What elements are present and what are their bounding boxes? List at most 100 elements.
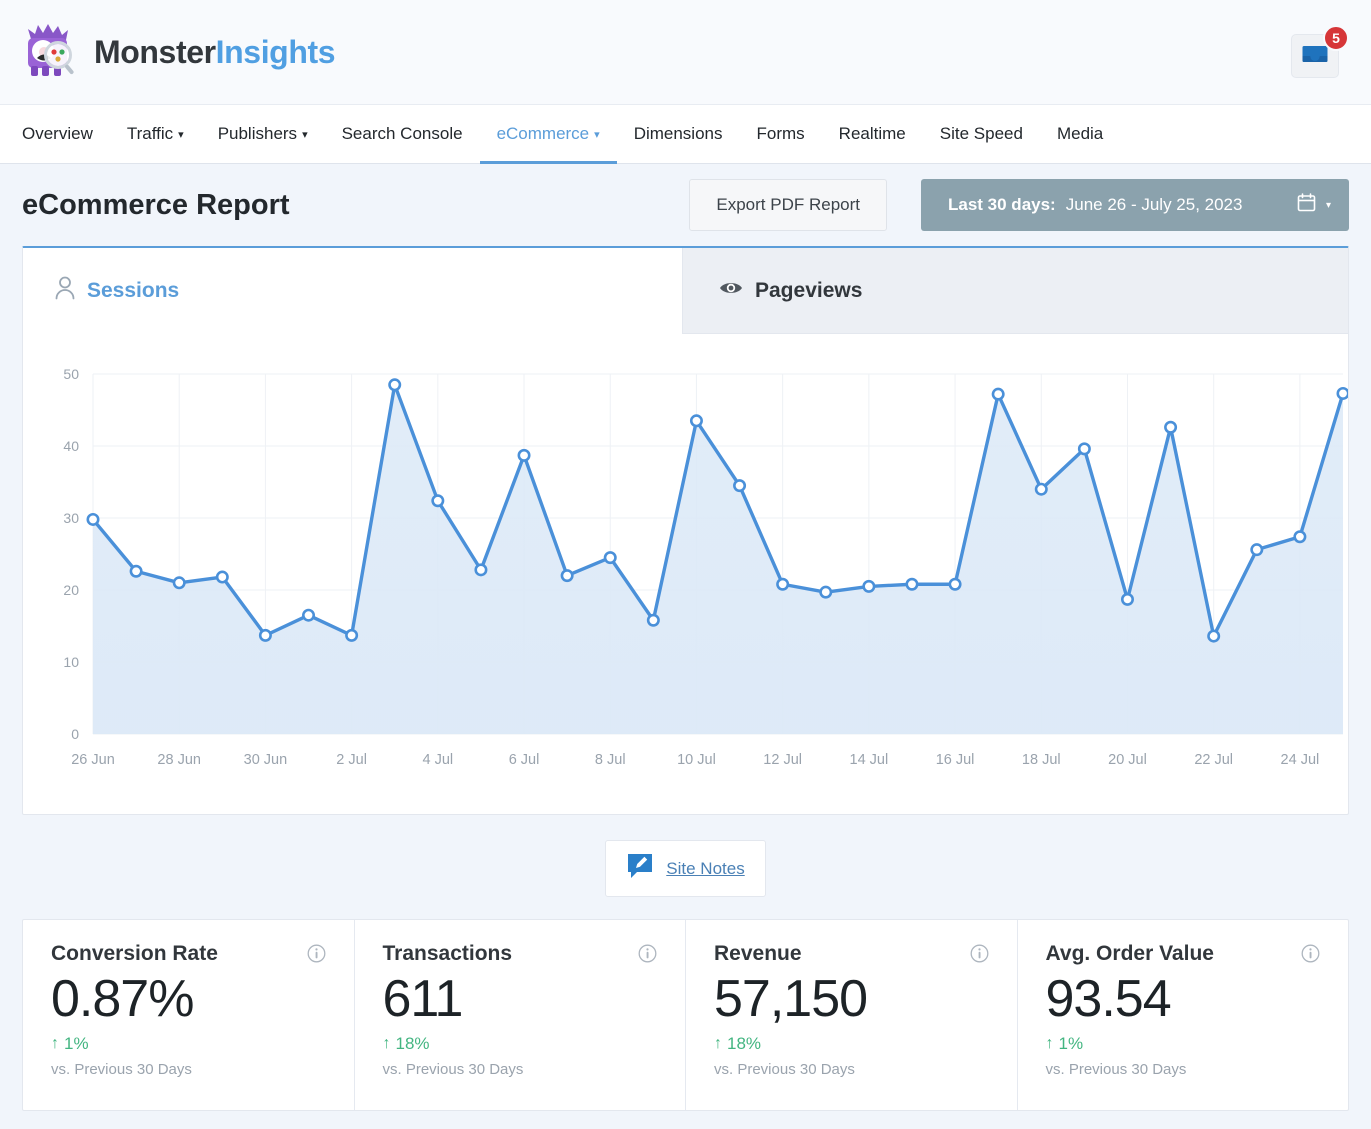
svg-text:14 Jul: 14 Jul [850,752,889,768]
date-range-selector[interactable]: Last 30 days: June 26 - July 25, 2023 ▾ [921,179,1349,231]
stat-comparison: vs. Previous 30 Days [714,1061,989,1078]
arrow-up-icon: ↑ [714,1036,722,1052]
nav-label: eCommerce [497,124,590,144]
arrow-up-icon: ↑ [1046,1036,1054,1052]
stat-label: Conversion Rate [51,942,218,966]
stat-label: Avg. Order Value [1046,942,1214,966]
svg-text:10: 10 [63,654,79,670]
nav-label: Media [1057,124,1103,144]
info-icon[interactable] [638,944,657,968]
info-icon[interactable] [1301,944,1320,968]
nav-item-search-console[interactable]: Search Console [325,105,480,163]
stat-card-revenue: Revenue 57,150 ↑ 18% vs. Previous 30 Day… [686,920,1018,1110]
stat-delta-value: 18% [396,1034,430,1054]
nav-item-forms[interactable]: Forms [740,105,822,163]
svg-text:4 Jul: 4 Jul [423,752,454,768]
nav-label: Overview [22,124,93,144]
site-notes-button[interactable]: Site Notes [605,840,765,897]
svg-text:2 Jul: 2 Jul [336,752,367,768]
svg-text:28 Jun: 28 Jun [157,752,201,768]
stat-comparison: vs. Previous 30 Days [51,1061,326,1078]
chevron-down-icon: ▾ [1326,200,1331,211]
metric-tabs: Sessions Pageviews [23,248,1348,334]
app-header: MonsterInsights 5 [0,0,1371,104]
eye-icon [719,279,743,303]
chart-card: Sessions Pageviews 0102030405026 Jun28 J… [22,246,1349,815]
user-icon [55,276,75,306]
stat-card-transactions: Transactions 611 ↑ 18% vs. Previous 30 D… [355,920,687,1110]
info-icon[interactable] [307,944,326,968]
nav-item-site-speed[interactable]: Site Speed [923,105,1040,163]
brand-title-secondary: Insights [216,34,335,70]
nav-item-publishers[interactable]: Publishers ▾ [201,105,325,163]
svg-text:8 Jul: 8 Jul [595,752,626,768]
brand: MonsterInsights [18,21,335,83]
site-notes-label: Site Notes [666,859,744,879]
nav-item-media[interactable]: Media [1040,105,1120,163]
site-notes-row: Site Notes [22,815,1349,919]
stat-delta: ↑ 1% [51,1034,326,1054]
stat-value: 57,150 [714,970,989,1030]
tab-label: Sessions [87,279,179,303]
notifications: 5 [1291,26,1349,78]
arrow-up-icon: ↑ [51,1036,59,1052]
stat-delta-value: 18% [727,1034,761,1054]
stat-value: 0.87% [51,970,326,1030]
nav-label: Site Speed [940,124,1023,144]
nav-label: Publishers [218,124,297,144]
chevron-down-icon: ▾ [594,130,600,141]
svg-text:22 Jul: 22 Jul [1194,752,1233,768]
stat-delta: ↑ 18% [383,1034,658,1054]
nav-label: Forms [757,124,805,144]
svg-text:10 Jul: 10 Jul [677,752,716,768]
svg-text:24 Jul: 24 Jul [1281,752,1320,768]
stat-label: Revenue [714,942,802,966]
stat-cards: Conversion Rate 0.87% ↑ 1% vs. Previous … [22,919,1349,1111]
chevron-down-icon: ▾ [302,130,308,141]
brand-title: MonsterInsights [94,34,335,71]
monster-mascot-magnifier-icon [18,21,80,83]
date-range-value: June 26 - July 25, 2023 [1066,195,1287,215]
main-navigation: Overview Traffic ▾ Publishers ▾ Search C… [0,104,1371,164]
svg-text:40: 40 [63,438,79,454]
report-header: eCommerce Report Export PDF Report Last … [22,164,1349,246]
nav-label: Dimensions [634,124,723,144]
stat-comparison: vs. Previous 30 Days [1046,1061,1321,1078]
chevron-down-icon: ▾ [178,130,184,141]
tab-label: Pageviews [755,279,862,303]
export-pdf-report-button[interactable]: Export PDF Report [689,179,887,231]
arrow-up-icon: ↑ [383,1036,391,1052]
svg-text:12 Jul: 12 Jul [763,752,802,768]
stat-card-conversion-rate: Conversion Rate 0.87% ↑ 1% vs. Previous … [23,920,355,1110]
svg-text:30 Jun: 30 Jun [244,752,288,768]
svg-text:20 Jul: 20 Jul [1108,752,1147,768]
date-range-label: Last 30 days: [948,195,1056,215]
tab-sessions[interactable]: Sessions [23,248,683,334]
stat-delta: ↑ 18% [714,1034,989,1054]
brand-title-primary: Monster [94,34,216,70]
inbox-tray-icon [1302,43,1328,70]
page-title: eCommerce Report [22,189,689,222]
tab-pageviews[interactable]: Pageviews [683,248,1348,334]
stat-card-avg-order-value: Avg. Order Value 93.54 ↑ 1% vs. Previous… [1018,920,1349,1110]
calendar-icon [1297,193,1316,217]
page-body: eCommerce Report Export PDF Report Last … [0,164,1371,1111]
nav-item-dimensions[interactable]: Dimensions [617,105,740,163]
svg-text:18 Jul: 18 Jul [1022,752,1061,768]
stat-delta: ↑ 1% [1046,1034,1321,1054]
nav-item-ecommerce[interactable]: eCommerce ▾ [480,105,617,163]
svg-text:6 Jul: 6 Jul [509,752,540,768]
svg-text:20: 20 [63,582,79,598]
stat-delta-value: 1% [64,1034,89,1054]
sessions-area-chart: 0102030405026 Jun28 Jun30 Jun2 Jul4 Jul6… [23,334,1348,814]
nav-item-overview[interactable]: Overview [22,105,110,163]
svg-text:16 Jul: 16 Jul [936,752,975,768]
svg-text:30: 30 [63,510,79,526]
info-icon[interactable] [970,944,989,968]
note-pencil-icon [626,852,654,885]
nav-item-traffic[interactable]: Traffic ▾ [110,105,201,163]
chart-svg: 0102030405026 Jun28 Jun30 Jun2 Jul4 Jul6… [43,362,1348,792]
nav-item-realtime[interactable]: Realtime [822,105,923,163]
stat-comparison: vs. Previous 30 Days [383,1061,658,1078]
stat-label: Transactions [383,942,513,966]
